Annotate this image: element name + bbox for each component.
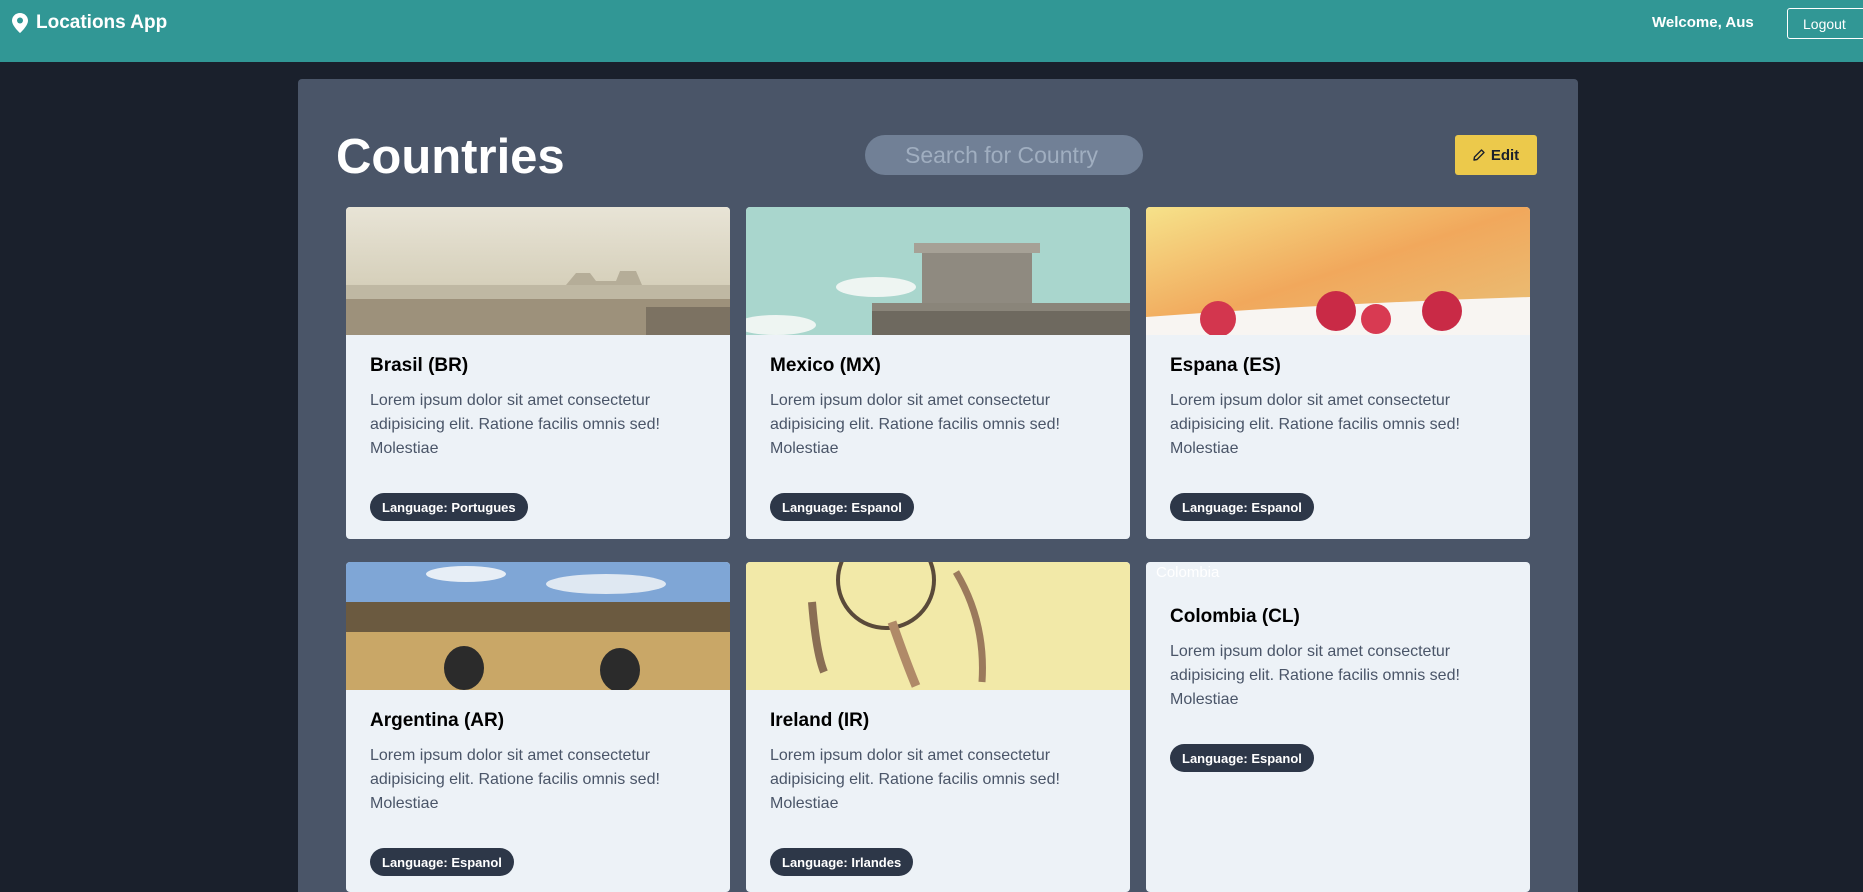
- card-title: Ireland (IR): [770, 710, 870, 731]
- card-description: Lorem ipsum dolor sit amet consectetur a…: [370, 747, 660, 812]
- broken-image-colombia: Colombia: [1146, 562, 1346, 586]
- country-image-ireland: [746, 562, 1130, 690]
- language-badge: Language: Espanol: [370, 848, 514, 876]
- country-card-colombia[interactable]: Colombia Colombia (CL) Lorem ipsum dolor…: [1146, 562, 1530, 892]
- card-description: Lorem ipsum dolor sit amet consectetur a…: [770, 392, 1060, 457]
- card-title: Argentina (AR): [370, 710, 505, 731]
- pencil-icon: [1473, 149, 1485, 161]
- country-card-ireland[interactable]: Ireland (IR) Lorem ipsum dolor sit amet …: [746, 562, 1130, 892]
- country-card-brasil[interactable]: Brasil (BR) Lorem ipsum dolor sit amet c…: [346, 207, 730, 539]
- countries-panel: Countries Edit Brasil (BR) Lorem ipsum d…: [298, 79, 1578, 892]
- navbar: Locations App Welcome, Aus Logout: [0, 0, 1863, 62]
- language-badge: Language: Espanol: [1170, 744, 1314, 772]
- card-description: Lorem ipsum dolor sit amet consectetur a…: [1170, 643, 1460, 708]
- country-image-brasil: [346, 207, 730, 335]
- card-title: Brasil (BR): [370, 355, 469, 376]
- country-image-mexico: [746, 207, 1130, 335]
- country-card-mexico[interactable]: Mexico (MX) Lorem ipsum dolor sit amet c…: [746, 207, 1130, 539]
- country-image-espana: [1146, 207, 1530, 335]
- welcome-text: Welcome, Aus: [1652, 14, 1754, 31]
- brand-link[interactable]: Locations App: [12, 12, 167, 34]
- card-title: Colombia (CL): [1170, 606, 1300, 627]
- card-description: Lorem ipsum dolor sit amet consectetur a…: [770, 747, 1060, 812]
- image-alt-text: Colombia: [1156, 564, 1220, 581]
- search-input[interactable]: [865, 135, 1143, 175]
- card-description: Lorem ipsum dolor sit amet consectetur a…: [370, 392, 660, 457]
- language-badge: Language: Espanol: [770, 493, 914, 521]
- edit-label: Edit: [1490, 146, 1520, 164]
- logout-button[interactable]: Logout: [1787, 8, 1863, 39]
- language-badge: Language: Portugues: [370, 493, 528, 521]
- page-title: Countries: [336, 130, 565, 184]
- map-pin-icon: [12, 13, 28, 33]
- country-card-espana[interactable]: Espana (ES) Lorem ipsum dolor sit amet c…: [1146, 207, 1530, 539]
- edit-button[interactable]: Edit: [1455, 135, 1537, 175]
- country-image-argentina: [346, 562, 730, 690]
- language-badge: Language: Irlandes: [770, 848, 914, 876]
- card-title: Espana (ES): [1170, 355, 1281, 376]
- language-badge: Language: Espanol: [1170, 493, 1314, 521]
- card-description: Lorem ipsum dolor sit amet consectetur a…: [1170, 392, 1460, 457]
- card-title: Mexico (MX): [770, 355, 881, 376]
- brand-title: Locations App: [36, 12, 168, 33]
- country-card-argentina[interactable]: Argentina (AR) Lorem ipsum dolor sit ame…: [346, 562, 730, 892]
